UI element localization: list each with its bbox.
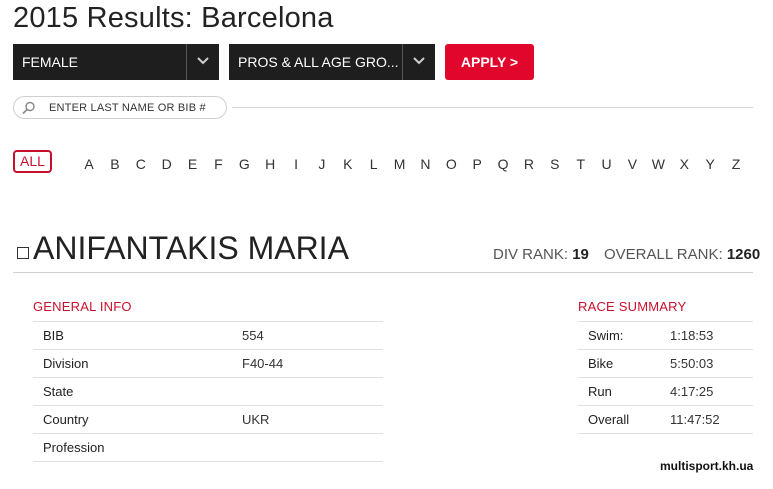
alphabet-letter-l[interactable]: L [367,156,381,172]
race-summary-label: Swim: [588,328,624,343]
division-select-toggle[interactable] [402,44,435,80]
race-summary-label: Run [588,384,612,399]
alphabet-letter-o[interactable]: O [444,156,458,172]
general-info-value: UKR [242,412,270,427]
alphabet-letter-h[interactable]: H [263,156,277,172]
alphabet-letter-s[interactable]: S [548,156,562,172]
overall-rank: OVERALL RANK: 1260 [604,246,760,263]
alphabet-letter-j[interactable]: J [315,156,329,172]
alphabet-letter-c[interactable]: C [134,156,148,172]
alphabet-letter-e[interactable]: E [186,156,200,172]
general-info-value: F40-44 [242,356,284,371]
alphabet-letter-a[interactable]: A [82,156,96,172]
general-info-label: Division [43,356,89,371]
general-info-label: State [43,384,74,399]
gender-select[interactable]: FEMALE [13,44,219,80]
race-summary-title: RACE SUMMARY [578,299,687,314]
race-summary-value: 4:17:25 [670,384,714,399]
chevron-down-icon [413,57,425,65]
watermark: multisport.kh.ua [660,459,754,473]
general-info-label: Country [43,412,89,427]
overall-rank-value: 1260 [726,246,761,263]
divider [232,107,753,108]
overall-rank-label: OVERALL RANK: [604,246,723,263]
general-info-value: 554 [242,328,264,343]
alphabet-letter-x[interactable]: X [677,156,691,172]
alphabet-letter-r[interactable]: R [522,156,536,172]
race-summary-row: Run 4:17:25 [578,377,753,405]
general-info-row: Division F40-44 [33,349,383,377]
division-select[interactable]: PROS & ALL AGE GRO... [229,44,435,80]
alphabet-letter-i[interactable]: I [289,156,303,172]
magnifier-icon [22,101,35,115]
alphabet-letter-b[interactable]: B [108,156,122,172]
race-summary-value: 11:47:52 [670,412,720,427]
alphabet-letter-k[interactable]: K [341,156,355,172]
search-input[interactable]: ENTER LAST NAME OR BIB # [13,96,227,119]
search-placeholder: ENTER LAST NAME OR BIB # [49,102,206,114]
gender-select-toggle[interactable] [186,44,219,80]
race-summary-row: Bike 5:50:03 [578,349,753,377]
alphabet-letter-p[interactable]: P [470,156,484,172]
alphabet-letter-n[interactable]: N [418,156,432,172]
alphabet-letter-d[interactable]: D [160,156,174,172]
race-summary-value: 1:18:53 [670,328,714,343]
alphabet-letter-w[interactable]: W [651,156,665,172]
div-rank-value: 19 [572,246,589,263]
race-summary-label: Bike [588,356,614,371]
division-select-value: PROS & ALL AGE GRO... [238,54,399,70]
alphabet-letter-g[interactable]: G [237,156,251,172]
athlete-checkbox[interactable] [17,247,29,259]
alphabet-letter-q[interactable]: Q [496,156,510,172]
race-summary-row: Swim: 1:18:53 [578,321,753,349]
divider [13,272,753,273]
divider [578,433,753,434]
race-summary-row: Overall 11:47:52 [578,405,753,433]
alphabet-letter-y[interactable]: Y [703,156,717,172]
general-info-row: Country UKR [33,405,383,433]
alphabet-letter-v[interactable]: V [625,156,639,172]
alphabet-letter-u[interactable]: U [600,156,614,172]
race-summary-label: Overall [588,412,630,427]
general-info-title: GENERAL INFO [33,299,132,314]
alphabet-letter-f[interactable]: F [211,156,225,172]
alphabet-letter-z[interactable]: Z [729,156,743,172]
alphabet-letter-m[interactable]: M [393,156,407,172]
apply-button[interactable]: APPLY > [445,44,534,80]
page-title: 2015 Results: Barcelona [13,2,334,34]
div-rank: DIV RANK: 19 [493,246,589,263]
alphabet-letter-t[interactable]: T [574,156,588,172]
div-rank-label: DIV RANK: [493,246,569,263]
general-info-label: BIB [43,328,64,343]
divider [33,461,383,462]
gender-select-value: FEMALE [22,54,79,70]
general-info-row: BIB 554 [33,321,383,349]
athlete-name: ANIFANTAKIS MARIA [33,230,349,266]
chevron-down-icon [197,57,209,65]
alphabet-all-button[interactable]: ALL [13,150,52,173]
general-info-label: Profession [43,440,105,455]
race-summary-value: 5:50:03 [670,356,714,371]
general-info-row: State [33,377,383,405]
general-info-row: Profession [33,433,383,461]
